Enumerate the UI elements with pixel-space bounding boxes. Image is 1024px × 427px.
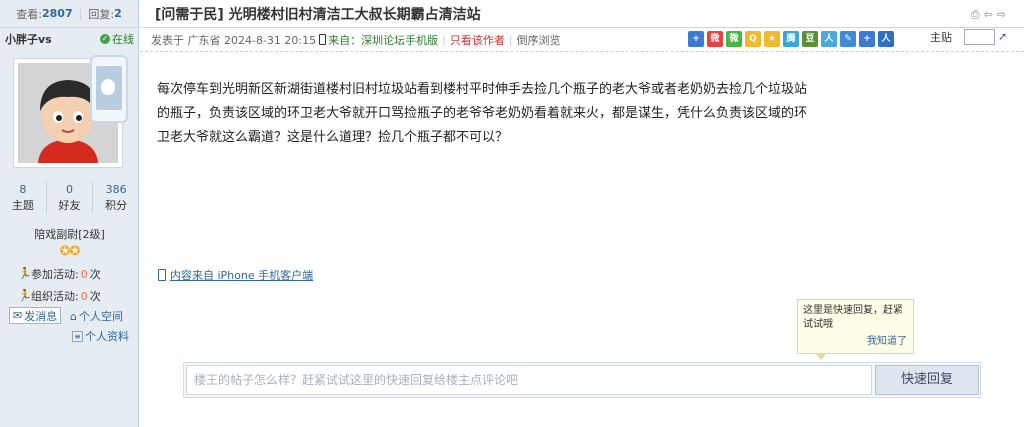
- star-icon: ✪: [59, 244, 71, 259]
- share-pencil-icon[interactable]: ✎: [840, 31, 856, 47]
- share-plus-icon[interactable]: +: [688, 31, 704, 47]
- share-qq-icon[interactable]: Q: [745, 31, 761, 47]
- mobile-icon: [319, 34, 327, 45]
- post-source[interactable]: 来自：深圳论坛手机版: [328, 32, 438, 48]
- tip-arrow: [816, 354, 826, 360]
- next-thread-icon[interactable]: ⇨: [997, 8, 1006, 22]
- share-renren-icon[interactable]: 人: [821, 31, 837, 47]
- floor-jump-icon[interactable]: ➚: [998, 30, 1011, 44]
- personal-space-link[interactable]: ⌂ 个人空间: [70, 308, 123, 324]
- floor-jump-input[interactable]: [964, 29, 995, 45]
- floor-label: 主贴: [930, 31, 952, 44]
- replies-label: 回复:: [88, 7, 115, 21]
- share-weibo-icon[interactable]: 微: [707, 31, 723, 47]
- count-topics[interactable]: 8 主题: [0, 182, 47, 214]
- views-count: 2807: [42, 7, 73, 20]
- count-friends[interactable]: 0 好友: [47, 182, 94, 214]
- send-message-button[interactable]: ✉ 发消息: [9, 307, 62, 324]
- author-counts: 8 主题 0 好友 386 积分: [0, 182, 139, 214]
- thread-title-bar: [问需于民] 光明楼村旧村清洁工大叔长期霸占清洁站 ⎙ ⇦ ⇨: [140, 0, 1024, 28]
- running-man-icon: 🏃: [18, 267, 32, 280]
- phone-icon: [158, 269, 166, 281]
- prev-thread-icon[interactable]: ⇦: [984, 8, 993, 22]
- profile-card-icon: ≡: [72, 330, 83, 342]
- quick-reply-button[interactable]: 快速回复: [875, 365, 979, 395]
- tip-text: 这里是快速回复，赶紧试试哦: [803, 305, 903, 330]
- count-points[interactable]: 386 积分: [93, 182, 139, 214]
- replies-count: 2: [114, 7, 122, 20]
- quick-reply-tip: 这里是快速回复，赶紧试试哦 我知道了: [797, 299, 914, 354]
- share-tencent-icon[interactable]: 腾: [783, 31, 799, 47]
- tip-dismiss-link[interactable]: 我知道了: [867, 335, 907, 349]
- share-qzone-icon[interactable]: ★: [764, 31, 780, 47]
- envelope-icon: ✉: [13, 309, 23, 322]
- share-wechat-icon[interactable]: 微: [726, 31, 742, 47]
- only-author-link[interactable]: 只看该作者: [450, 32, 505, 48]
- thread-title: [问需于民] 光明楼村旧村清洁工大叔长期霸占清洁站: [155, 6, 481, 23]
- organized-activities: 🏃 组织活动: 0 次: [18, 289, 101, 304]
- home-icon: ⌂: [70, 309, 77, 323]
- share-bar: + 微 微 Q ★ 腾 豆 人 ✎ + 人: [688, 31, 894, 47]
- iphone-badge-icon: [90, 55, 128, 123]
- share-person-icon[interactable]: 人: [878, 31, 894, 47]
- reverse-order-link[interactable]: 倒序浏览: [517, 32, 561, 48]
- quick-reply-input[interactable]: 楼王的帖子怎么样？赶紧试试这里的快速回复给楼主点评论吧: [186, 365, 872, 395]
- share-douban-icon[interactable]: 豆: [802, 31, 818, 47]
- share-more-icon[interactable]: +: [859, 31, 875, 47]
- print-icon[interactable]: ⎙: [971, 8, 980, 22]
- views-label: 查看:: [16, 7, 42, 21]
- iphone-client-link[interactable]: 内容来自 iPhone 手机客户端: [158, 267, 313, 283]
- thread-stats: 查看: 2807 | 回复: 2: [0, 0, 138, 28]
- personal-profile-link[interactable]: ≡ 个人资料: [72, 328, 129, 344]
- online-icon: ✓: [100, 34, 110, 44]
- title-controls: ⎙ ⇦ ⇨: [971, 8, 1006, 22]
- online-status: ✓ 在线: [100, 33, 134, 46]
- post-date: 发表于 广东省 2024-8-31 20:15: [151, 33, 317, 47]
- author-name[interactable]: 小胖子vs: [5, 31, 52, 47]
- star-icon: ✪: [69, 244, 81, 259]
- joined-activities: 🏃 参加活动: 0 次: [18, 267, 101, 282]
- running-man-icon: 🏃: [18, 289, 32, 302]
- rank-stars: ✪✪: [0, 244, 139, 259]
- post-content: 每次停车到光明新区新湖街道楼村旧村垃圾站看到楼村平时伸手去捡几个瓶子的老大爷或者…: [157, 82, 808, 145]
- author-rank[interactable]: 陪戏副尉[2级]: [0, 226, 139, 242]
